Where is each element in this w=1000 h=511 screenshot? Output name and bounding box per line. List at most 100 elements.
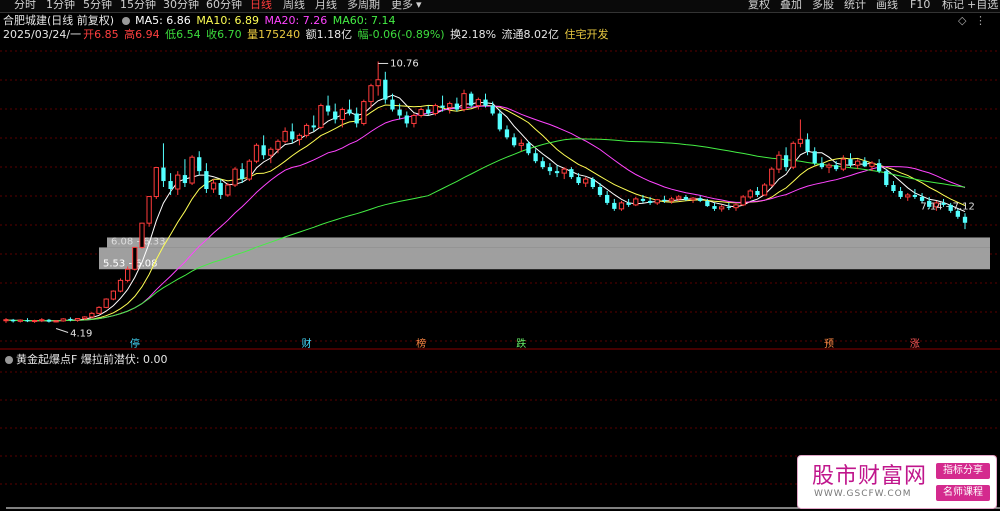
candle-body xyxy=(511,137,517,146)
candle-body xyxy=(483,99,488,106)
candle-body xyxy=(74,318,81,321)
candle-body xyxy=(325,105,331,112)
candle-body xyxy=(432,105,439,115)
candle-body xyxy=(797,138,804,144)
candle-body xyxy=(153,167,159,198)
candle-body xyxy=(89,312,95,318)
event-label-3: 跌 xyxy=(516,337,526,350)
candle-body xyxy=(168,181,173,189)
candle-body xyxy=(275,140,281,150)
candle-body xyxy=(268,148,274,156)
candle-body xyxy=(3,319,9,322)
support-zone-0 xyxy=(107,237,990,248)
event-label-5: 涨 xyxy=(910,338,920,350)
candle-body xyxy=(333,111,338,120)
candle-body xyxy=(475,99,481,107)
zone-label-0: 6.08 - 6.33 xyxy=(111,236,166,247)
candle-body xyxy=(454,103,460,110)
candle-body xyxy=(311,125,316,128)
candle-body xyxy=(411,114,417,124)
annotation-leader xyxy=(55,328,69,333)
event-label-1: 财 xyxy=(302,337,312,350)
candle-body xyxy=(712,206,717,209)
candle-body xyxy=(633,198,639,206)
candle-body xyxy=(103,298,109,308)
candle-body xyxy=(390,99,395,110)
annotation-low: 4.19 xyxy=(70,329,92,340)
candle-body xyxy=(855,160,861,166)
candle-body xyxy=(290,131,295,140)
candle-body xyxy=(139,222,145,248)
candle-body xyxy=(96,306,102,314)
support-zone-1 xyxy=(99,247,990,270)
candle-body xyxy=(397,109,402,116)
candle-body xyxy=(182,175,188,184)
candle-body xyxy=(605,194,610,203)
candle-body xyxy=(232,168,238,186)
candle-body xyxy=(518,142,524,146)
candle-body xyxy=(490,105,495,114)
candle-body xyxy=(840,158,846,170)
candle-body xyxy=(834,165,839,170)
candle-body xyxy=(776,154,782,170)
candle-body xyxy=(769,168,775,186)
candle-body xyxy=(440,105,445,108)
candle-body xyxy=(733,204,739,209)
event-label-4: 预 xyxy=(824,338,834,350)
candle-body xyxy=(46,319,52,322)
candle-body xyxy=(783,155,789,168)
candle-body xyxy=(848,159,853,166)
candle-body xyxy=(53,320,59,323)
candle-body xyxy=(612,202,617,209)
candle-body xyxy=(618,202,625,210)
candle-body xyxy=(296,134,303,140)
candle-body xyxy=(504,129,510,138)
candle-body xyxy=(819,163,825,168)
candle-body xyxy=(698,198,703,201)
event-label-2: 榜 xyxy=(416,337,426,350)
candle-body xyxy=(175,174,181,190)
candle-body xyxy=(361,101,367,124)
candle-body xyxy=(790,142,796,168)
candle-body xyxy=(418,109,424,116)
candle-body xyxy=(497,113,502,130)
candle-body xyxy=(146,196,152,224)
candle-body xyxy=(898,190,903,197)
candle-body xyxy=(246,160,252,180)
candle-body xyxy=(383,79,388,100)
candle-body xyxy=(812,151,817,164)
watermark-title: 股市财富网 xyxy=(812,464,928,489)
candle-body xyxy=(368,85,374,103)
kline-chart[interactable]: 6.08 - 6.33 5.53 - 6.08 10.76 4.19 7.14 - 7.… xyxy=(0,0,1000,511)
candle-body xyxy=(876,163,882,172)
candle-body xyxy=(197,157,202,172)
candle-body xyxy=(339,109,346,120)
candle-body xyxy=(132,246,138,270)
candle-body xyxy=(60,318,66,322)
indicator-name[interactable]: 黄金起爆点F xyxy=(16,353,77,366)
candle-body xyxy=(676,196,682,200)
candle-body xyxy=(25,320,30,322)
candle-body xyxy=(912,194,918,197)
candle-body xyxy=(583,178,589,184)
zone-label-1: 5.53 - 6.08 xyxy=(103,258,158,269)
candle-body xyxy=(869,162,875,167)
candle-body xyxy=(533,153,538,162)
candle-body xyxy=(561,168,567,174)
indicator-dot-icon[interactable] xyxy=(5,356,13,364)
candle-body xyxy=(11,319,16,322)
candle-body xyxy=(905,194,911,198)
candle-body xyxy=(755,190,760,195)
candle-body xyxy=(447,103,453,109)
indicator-value: 爆拉前潜伏: 0.00 xyxy=(80,353,168,366)
candle-body xyxy=(68,318,73,321)
candle-body xyxy=(884,171,889,186)
candle-body xyxy=(261,145,266,156)
candle-body xyxy=(662,199,667,201)
candle-body xyxy=(640,198,646,201)
candle-body xyxy=(647,200,653,203)
candle-body xyxy=(719,206,725,210)
candle-body xyxy=(747,190,753,198)
candle-body xyxy=(189,156,195,184)
candle-body xyxy=(761,184,768,196)
